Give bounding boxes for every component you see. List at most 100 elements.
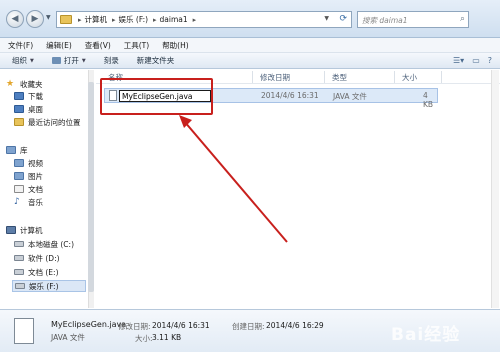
details-file-name: MyEclipseGen.java — [51, 320, 127, 329]
sidebar-item-pictures[interactable]: 图片 — [14, 170, 43, 182]
details-created-value: 2014/4/6 16:29 — [266, 321, 324, 330]
column-divider[interactable] — [441, 71, 442, 83]
search-icon[interactable]: ⌕ — [460, 14, 465, 24]
sidebar-item-label: 库 — [20, 145, 28, 155]
sidebar-item-favorites[interactable]: ★ 收藏夹 — [6, 78, 43, 90]
sidebar-item-documents[interactable]: 文档 — [14, 183, 43, 195]
sidebar-item-label: 收藏夹 — [20, 79, 43, 89]
chevron-right-icon[interactable]: ▸ — [112, 16, 116, 24]
explorer-window: ◀ ▶ ▼ ▸ 计算机 ▸ 娱乐 (F:) ▸ daima1 ▸ ▼ ⟳ 搜索 … — [0, 0, 500, 352]
folder-icon — [60, 15, 72, 24]
computer-icon — [6, 226, 16, 234]
details-file-type: JAVA 文件 — [51, 333, 85, 342]
sidebar-item-drive-d[interactable]: 软件 (D:) — [14, 252, 60, 264]
details-size-value: 3.11 KB — [152, 333, 182, 342]
column-divider[interactable] — [394, 71, 395, 83]
sidebar-item-label: 文档 — [28, 184, 43, 194]
breadcrumb-daima1[interactable]: daima1 — [160, 15, 188, 24]
sidebar-item-label: 下载 — [28, 91, 43, 101]
sidebar-item-music[interactable]: ♪ 音乐 — [14, 196, 43, 208]
library-icon — [6, 146, 16, 154]
file-size: 4 KB — [423, 91, 434, 109]
sidebar-item-desktop[interactable]: 桌面 — [14, 103, 43, 115]
open-icon — [51, 57, 61, 64]
sidebar-item-computer[interactable]: 计算机 — [6, 224, 43, 236]
picture-icon — [14, 172, 24, 180]
breadcrumb-drive-f[interactable]: 娱乐 (F:) — [119, 14, 149, 25]
music-icon: ♪ — [14, 197, 20, 207]
new-folder-button[interactable]: 新建文件夹 — [137, 55, 175, 66]
annotation-highlight-box — [100, 78, 213, 115]
menu-help[interactable]: 帮助(H) — [162, 40, 189, 51]
sidebar-item-label: 软件 (D:) — [28, 253, 60, 263]
sidebar-item-label: 视频 — [28, 158, 43, 168]
open-label: 打开 — [63, 56, 79, 65]
preview-pane-icon[interactable]: ▭ — [472, 56, 480, 65]
sidebar-item-label: 图片 — [28, 171, 43, 181]
chevron-right-icon[interactable]: ▸ — [78, 16, 82, 24]
video-icon — [14, 159, 24, 167]
column-size[interactable]: 大小 — [402, 72, 417, 83]
column-divider[interactable] — [324, 71, 325, 83]
new-folder-label: 新建文件夹 — [136, 56, 175, 65]
sidebar-item-drive-c[interactable]: 本地磁盘 (C:) — [14, 238, 74, 250]
search-input[interactable]: 搜索 daima1 ⌕ — [357, 11, 469, 28]
address-dropdown-icon[interactable]: ▼ — [324, 15, 329, 22]
sidebar-item-drive-e[interactable]: 文档 (E:) — [14, 266, 59, 278]
drive-icon — [15, 283, 25, 289]
view-options-icon[interactable]: ☰▾ — [453, 56, 464, 65]
search-placeholder: 搜索 daima1 — [362, 16, 408, 25]
menu-file[interactable]: 文件(F) — [8, 40, 33, 51]
column-type[interactable]: 类型 — [332, 72, 347, 83]
drive-icon — [14, 269, 24, 275]
details-created-label: 创建日期: — [232, 322, 265, 331]
burn-button[interactable]: 刻录 — [104, 55, 119, 66]
refresh-icon[interactable]: ⟳ — [339, 14, 347, 24]
open-button[interactable]: 打开 ▼ — [51, 55, 86, 66]
breadcrumb-computer[interactable]: 计算机 — [85, 14, 108, 25]
sidebar-item-label: 文档 (E:) — [28, 267, 59, 277]
forward-button[interactable]: ▶ — [26, 10, 44, 28]
address-field[interactable]: ▸ 计算机 ▸ 娱乐 (F:) ▸ daima1 ▸ ▼ ⟳ — [56, 11, 352, 28]
address-bar-row: ◀ ▶ ▼ ▸ 计算机 ▸ 娱乐 (F:) ▸ daima1 ▸ ▼ ⟳ 搜索 … — [0, 0, 500, 38]
file-modified: 2014/4/6 16:31 — [261, 91, 319, 100]
navigation-pane: ★ 收藏夹 下载 桌面 最近访问的位置 库 视频 图片 文档 ♪ 音乐 计算机 … — [0, 70, 94, 308]
sidebar-item-videos[interactable]: 视频 — [14, 157, 43, 169]
star-icon: ★ — [6, 79, 15, 89]
document-icon — [14, 185, 24, 193]
organize-label: 组织 — [12, 56, 27, 65]
details-modified-label: 修改日期: — [118, 322, 151, 331]
sidebar-scrollbar-thumb[interactable] — [88, 82, 94, 292]
watermark-logo: Bai经验 — [391, 325, 461, 345]
recent-pages-dropdown-icon[interactable]: ▼ — [46, 14, 51, 21]
drive-icon — [14, 255, 24, 261]
sidebar-item-label: 娱乐 (F:) — [29, 281, 59, 291]
sidebar-item-label: 计算机 — [20, 225, 43, 235]
file-list-scrollbar[interactable] — [491, 70, 499, 308]
column-divider[interactable] — [252, 71, 253, 83]
chevron-right-icon[interactable]: ▸ — [153, 16, 157, 24]
menu-view[interactable]: 查看(V) — [85, 40, 111, 51]
details-size-label: 大小: — [135, 334, 153, 343]
command-bar: 组织 ▼ 打开 ▼ 刻录 新建文件夹 ☰▾ ▭ ? — [0, 53, 500, 69]
download-folder-icon — [14, 92, 24, 100]
back-button[interactable]: ◀ — [6, 10, 24, 28]
burn-label: 刻录 — [103, 56, 119, 65]
sidebar-item-recent[interactable]: 最近访问的位置 — [14, 116, 81, 128]
file-type: JAVA 文件 — [333, 92, 367, 101]
desktop-icon — [14, 105, 24, 113]
java-file-large-icon — [14, 318, 34, 344]
sidebar-item-label: 本地磁盘 (C:) — [28, 239, 74, 249]
menu-edit[interactable]: 编辑(E) — [46, 40, 72, 51]
drive-icon — [14, 241, 24, 247]
organize-button[interactable]: 组织 ▼ — [12, 55, 34, 66]
menu-tools[interactable]: 工具(T) — [124, 40, 149, 51]
chevron-down-icon: ▼ — [81, 57, 86, 64]
sidebar-item-libraries[interactable]: 库 — [6, 144, 28, 156]
chevron-right-icon[interactable]: ▸ — [193, 16, 197, 24]
help-icon[interactable]: ? — [488, 56, 492, 65]
column-modified[interactable]: 修改日期 — [260, 72, 290, 83]
recent-places-icon — [14, 118, 24, 126]
sidebar-item-drive-f[interactable]: 娱乐 (F:) — [12, 280, 86, 292]
sidebar-item-downloads[interactable]: 下载 — [14, 90, 43, 102]
